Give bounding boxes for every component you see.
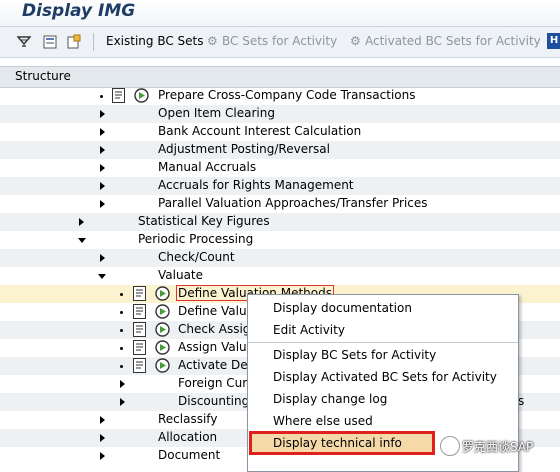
execute-activity-icon[interactable] [155,304,170,319]
execute-activity-icon[interactable] [155,358,170,373]
expand-arrow-icon[interactable] [120,398,125,406]
tree-node-label: Define Valua [178,304,254,318]
expand-arrow-icon[interactable] [100,452,105,460]
title-bar: Display IMG [0,0,560,27]
tree-node[interactable]: Parallel Valuation Approaches/Transfer P… [0,195,560,213]
documentation-icon[interactable] [112,88,125,103]
tree-node-label: Assign Valua [178,340,255,354]
menu-item-display-change-log[interactable]: Display change log [273,392,387,406]
tree-node-label: Bank Account Interest Calculation [158,124,362,138]
tree-node-label: Check Assign [178,322,258,336]
execute-activity-icon[interactable] [155,340,170,355]
tree-node-label: Check/Count [158,250,235,264]
expand-arrow-icon[interactable] [100,128,105,136]
tree-node-label: Allocation [158,430,218,444]
menu-item-display-documentation[interactable]: Display documentation [273,301,412,315]
tree-node-label: Prepare Cross-Company Code Transactions [158,88,416,102]
collapse-arrow-icon[interactable] [78,238,86,243]
bookmark-icon[interactable] [66,34,82,50]
expand-arrow-icon[interactable] [100,200,105,208]
tree-node-label: Valuate [158,268,204,282]
menu-item-display-activated-bc-sets[interactable]: Display Activated BC Sets for Activity [273,370,497,384]
leaf-dot [120,347,123,350]
tree-node-label: Reclassify [158,412,218,426]
expand-arrow-icon[interactable] [79,218,84,226]
tree-node-label: Parallel Valuation Approaches/Transfer P… [158,196,428,210]
tree-node-label: Foreign Curr [178,376,252,390]
expand-arrow-icon[interactable] [100,434,105,442]
tree-node[interactable]: Periodic Processing [0,231,560,249]
expand-arrow-icon[interactable] [100,416,105,424]
leaf-dot [120,365,123,368]
execute-activity-icon[interactable] [155,322,170,337]
menu-item-where-else-used[interactable]: Where else used [273,414,373,428]
collapse-arrow-icon[interactable] [98,274,106,279]
expand-arrow-icon[interactable] [100,146,105,154]
execute-activity-icon[interactable] [155,286,170,301]
tree-node-label: Periodic Processing [138,232,254,246]
tree-node-label: Open Item Clearing [158,106,275,120]
tree-node-label: Statistical Key Figures [138,214,270,228]
toolbar-separator [93,33,94,51]
tree-node-label: Discounting [178,394,250,408]
application-toolbar: Existing BC Sets ⚙ BC Sets for Activity ⚙… [0,27,560,58]
bc-set-icon: ⚙ [207,34,218,48]
tree-node[interactable]: Bank Account Interest Calculation [0,123,560,141]
leaf-dot [120,293,123,296]
documentation-icon[interactable] [133,322,146,337]
bc-set-icon: ⚙ [350,34,361,48]
activated-bc-sets-label: Activated BC Sets for Activity [365,34,541,48]
activated-bc-sets-button[interactable]: ⚙ Activated BC Sets for Activity [350,34,541,48]
leaf-dot [120,311,123,314]
tree-node[interactable]: Manual Accruals [0,159,560,177]
expand-arrow-icon[interactable] [100,164,105,172]
expand-arrow-icon[interactable] [120,380,125,388]
menu-separator [248,342,518,343]
tree-node[interactable]: Open Item Clearing [0,105,560,123]
leaf-dot [120,329,123,332]
tree-node[interactable]: Statistical Key Figures [0,213,560,231]
expand-arrow-icon[interactable] [100,182,105,190]
documentation-icon[interactable] [133,286,146,301]
tree-node[interactable]: Check/Count [0,249,560,267]
help-icon[interactable]: H [547,33,560,49]
tree-node-label: Adjustment Posting/Reversal [158,142,330,156]
structure-header: Structure [0,66,560,88]
tree-node-label: Document [158,448,221,462]
tree-node[interactable]: Accruals for Rights Management [0,177,560,195]
documentation-icon[interactable] [133,340,146,355]
watermark-logo-icon [440,436,460,456]
menu-item-display-technical-info[interactable]: Display technical info [273,436,402,450]
menu-item-edit-activity[interactable]: Edit Activity [273,323,345,337]
structure-icon[interactable] [42,34,58,50]
tree-node[interactable]: Valuate [0,267,560,285]
tree-node-label: Activate Del [178,358,251,372]
leaf-dot [100,95,103,98]
find-icon[interactable] [16,34,32,50]
tree-node[interactable]: Prepare Cross-Company Code Transactions [0,87,560,105]
tree-node[interactable]: Adjustment Posting/Reversal [0,141,560,159]
tree-node-label: Accruals for Rights Management [158,178,354,192]
documentation-icon[interactable] [133,358,146,373]
watermark-text: 罗克西谈SAP [462,440,534,454]
structure-header-label: Structure [15,69,71,83]
expand-arrow-icon[interactable] [100,254,105,262]
documentation-icon[interactable] [133,304,146,319]
expand-arrow-icon[interactable] [100,110,105,118]
existing-bc-sets-button[interactable]: Existing BC Sets [106,34,204,48]
bc-sets-for-activity-button[interactable]: ⚙ BC Sets for Activity [207,34,337,48]
execute-activity-icon[interactable] [134,88,149,103]
window-title: Display IMG [22,1,136,21]
bc-sets-for-activity-label: BC Sets for Activity [222,34,338,48]
tree-node-label: Manual Accruals [158,160,257,174]
menu-item-display-bc-sets[interactable]: Display BC Sets for Activity [273,348,436,362]
